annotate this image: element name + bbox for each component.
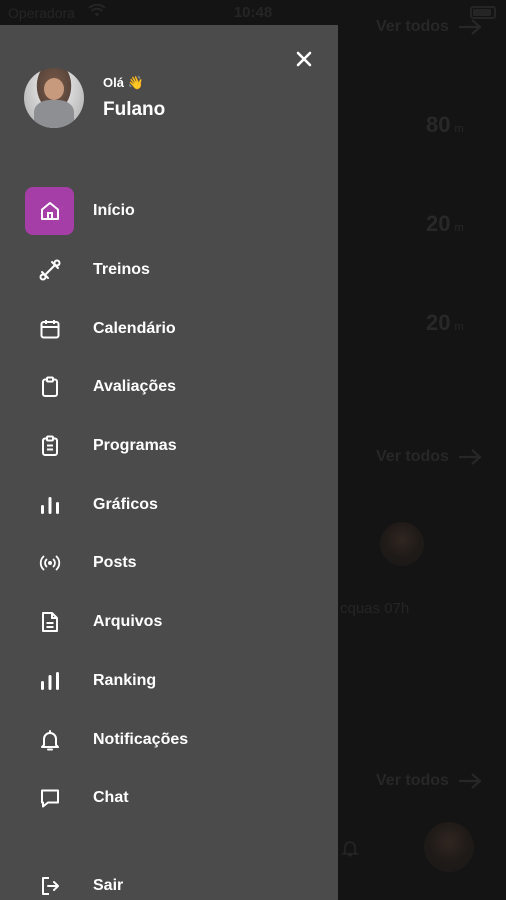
logout-icon: [25, 862, 74, 900]
menu-item-posts[interactable]: Posts: [0, 534, 338, 593]
menu-item-label: Início: [93, 202, 135, 220]
avatar-face: [44, 78, 64, 100]
ranking-icon: [25, 657, 74, 705]
logout-label: Sair: [93, 877, 124, 894]
menu-item-programas[interactable]: Programas: [0, 417, 338, 476]
menu-item-chat[interactable]: Chat: [0, 769, 338, 828]
logout-button[interactable]: Sair: [0, 863, 338, 900]
user-name: Fulano: [103, 99, 166, 120]
menu-item-notificacoes[interactable]: Notificações: [0, 710, 338, 769]
menu-item-inicio[interactable]: Início: [0, 182, 338, 241]
menu-item-label: Notificações: [93, 730, 189, 748]
broadcast-icon: [25, 539, 74, 587]
menu-item-label: Arquivos: [93, 613, 163, 631]
menu-item-label: Chat: [93, 789, 129, 807]
calendar-icon: [25, 305, 74, 353]
home-icon: [25, 187, 74, 236]
menu-item-ranking[interactable]: Ranking: [0, 652, 338, 711]
clipboard-list-icon: [25, 422, 74, 470]
menu-item-graficos[interactable]: Gráficos: [0, 475, 338, 534]
menu-item-avaliacoes[interactable]: Avaliações: [0, 358, 338, 417]
avatar-body: [34, 100, 74, 128]
file-icon: [25, 598, 74, 646]
bell-icon: [25, 716, 74, 764]
drawer-menu: Início Treinos Calendário Avaliações Pro: [0, 182, 338, 828]
menu-item-arquivos[interactable]: Arquivos: [0, 593, 338, 652]
dumbbell-icon: [25, 246, 74, 294]
menu-item-label: Calendário: [93, 319, 176, 337]
clipboard-icon: [25, 363, 74, 411]
avatar[interactable]: [24, 68, 84, 128]
menu-item-treinos[interactable]: Treinos: [0, 241, 338, 300]
side-drawer: Olá 👋 Fulano Início Treinos Calendário A…: [0, 25, 338, 900]
menu-item-calendario[interactable]: Calendário: [0, 299, 338, 358]
menu-item-label: Programas: [93, 437, 177, 455]
menu-item-label: Treinos: [93, 261, 150, 279]
greeting-text: Olá 👋: [103, 75, 144, 90]
menu-item-label: Posts: [93, 554, 137, 572]
close-icon[interactable]: [294, 49, 314, 69]
menu-item-label: Ranking: [93, 671, 157, 689]
menu-item-label: Gráficos: [93, 495, 158, 513]
chat-icon: [25, 774, 74, 822]
bar-chart-icon: [25, 481, 74, 529]
menu-item-label: Avaliações: [93, 378, 177, 396]
